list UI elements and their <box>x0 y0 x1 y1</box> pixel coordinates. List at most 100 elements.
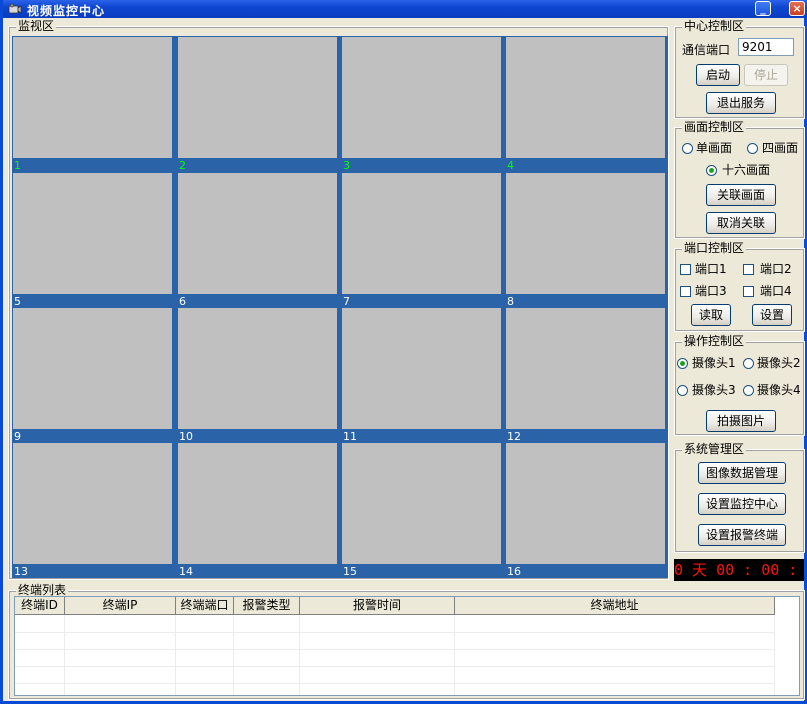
single-screen-label: 单画面 <box>696 141 733 155</box>
terminal-table[interactable]: 终端ID 终端IP 终端端口 报警类型 报警时间 终端地址 <box>14 596 800 696</box>
port2-checkbox[interactable] <box>743 264 754 275</box>
monitor-cell-label: 11 <box>343 430 357 443</box>
elapsed-timer: 0 天 00 : 00 : 00 <box>674 559 807 581</box>
close-button[interactable]: × <box>789 1 805 16</box>
read-button[interactable]: 读取 <box>691 304 731 326</box>
port-input[interactable]: 9201 <box>738 38 794 56</box>
row-gridline <box>15 683 775 684</box>
monitor-legend: 监视区 <box>16 19 57 33</box>
monitor-cell-12[interactable] <box>506 308 665 429</box>
column-header[interactable]: 终端地址 <box>455 597 775 615</box>
camera1-label: 摄像头1 <box>692 356 736 370</box>
title-bar[interactable]: 视频监控中心 _ × <box>3 0 807 18</box>
link-screen-button[interactable]: 关联画面 <box>706 184 776 206</box>
screen-control-panel: 画面控制区 单画面 四画面 十六画面 关联画面 取消关联 <box>674 120 805 239</box>
monitor-cell-16[interactable] <box>506 443 665 564</box>
monitor-cell-label: 2 <box>179 159 186 172</box>
monitor-cell-label: 13 <box>14 565 28 578</box>
system-management-legend: 系统管理区 <box>682 442 747 456</box>
camera3-radio[interactable] <box>677 385 688 396</box>
monitor-cell-13[interactable] <box>13 443 172 564</box>
app-camera-icon <box>8 3 22 14</box>
monitor-cell-3[interactable] <box>342 37 501 158</box>
set-button[interactable]: 设置 <box>752 304 792 326</box>
sixteen-screen-radio[interactable] <box>706 165 717 176</box>
four-screen-radio[interactable] <box>747 143 758 154</box>
column-header[interactable]: 终端端口 <box>176 597 234 615</box>
image-data-management-button[interactable]: 图像数据管理 <box>698 462 786 484</box>
camera1-radio[interactable] <box>677 358 688 369</box>
monitor-cell-9[interactable] <box>13 308 172 429</box>
monitor-cell-label: 7 <box>343 295 350 308</box>
camera4-radio[interactable] <box>743 385 754 396</box>
center-control-panel: 中心控制区 通信端口 9201 启动 停止 退出服务 <box>674 19 805 119</box>
monitor-cell-label: 16 <box>507 565 521 578</box>
monitor-cell-1[interactable] <box>13 37 172 158</box>
set-monitor-center-button[interactable]: 设置监控中心 <box>698 493 786 515</box>
window-title: 视频监控中心 <box>27 4 106 18</box>
set-alarm-terminal-button[interactable]: 设置报警终端 <box>698 524 786 546</box>
camera2-label: 摄像头2 <box>757 356 801 370</box>
monitor-cell-8[interactable] <box>506 173 665 294</box>
monitor-cell-label: 14 <box>179 565 193 578</box>
camera2-radio[interactable] <box>743 358 754 369</box>
terminal-list-legend: 终端列表 <box>16 583 69 597</box>
port1-checkbox[interactable] <box>680 264 691 275</box>
column-header[interactable]: 终端ID <box>15 597 65 615</box>
monitor-cell-7[interactable] <box>342 173 501 294</box>
port-control-legend: 端口控制区 <box>682 241 747 255</box>
monitor-cell-label: 10 <box>179 430 193 443</box>
monitor-cell-4[interactable] <box>506 37 665 158</box>
port-label: 通信端口 <box>682 43 731 57</box>
monitor-grid: 1 2 3 4 5 6 7 8 9 10 11 12 13 14 15 16 <box>12 36 668 578</box>
camera4-label: 摄像头4 <box>757 383 801 397</box>
center-control-legend: 中心控制区 <box>682 19 747 33</box>
capture-image-button[interactable]: 拍摄图片 <box>706 410 776 432</box>
column-header[interactable]: 报警时间 <box>300 597 455 615</box>
sixteen-screen-label: 十六画面 <box>722 163 771 177</box>
camera3-label: 摄像头3 <box>692 383 736 397</box>
monitor-cell-15[interactable] <box>342 443 501 564</box>
monitor-cell-label: 6 <box>179 295 186 308</box>
single-screen-radio[interactable] <box>682 143 693 154</box>
monitor-cell-10[interactable] <box>178 308 337 429</box>
row-gridline <box>15 666 775 667</box>
monitor-cell-label: 15 <box>343 565 357 578</box>
monitor-cell-2[interactable] <box>178 37 337 158</box>
monitor-cell-label: 9 <box>14 430 21 443</box>
port4-checkbox[interactable] <box>743 286 754 297</box>
column-header[interactable]: 报警类型 <box>234 597 300 615</box>
monitor-cell-label: 5 <box>14 295 21 308</box>
operation-control-legend: 操作控制区 <box>682 334 747 348</box>
monitor-area: 监视区 1 2 3 4 5 6 7 8 9 10 11 12 13 14 15 16 <box>8 19 669 580</box>
monitor-cell-11[interactable] <box>342 308 501 429</box>
stop-button[interactable]: 停止 <box>744 64 788 86</box>
monitor-cell-5[interactable] <box>13 173 172 294</box>
row-gridline <box>15 632 775 633</box>
monitor-cell-label: 8 <box>507 295 514 308</box>
port3-label: 端口3 <box>695 284 727 298</box>
port3-checkbox[interactable] <box>680 286 691 297</box>
monitor-cell-label: 4 <box>507 159 514 172</box>
port4-label: 端口4 <box>760 284 792 298</box>
terminal-table-header: 终端ID 终端IP 终端端口 报警类型 报警时间 终端地址 <box>15 597 775 615</box>
main-window: 视频监控中心 _ × 监视区 1 2 3 4 5 6 7 8 9 10 11 12 13 14 15 16 中… <box>0 0 807 704</box>
monitor-cell-label: 12 <box>507 430 521 443</box>
monitor-cell-label: 1 <box>14 159 21 172</box>
start-button[interactable]: 启动 <box>696 64 740 86</box>
port2-label: 端口2 <box>760 262 792 276</box>
column-header[interactable]: 终端IP <box>65 597 176 615</box>
monitor-cell-6[interactable] <box>178 173 337 294</box>
monitor-cell-label: 3 <box>343 159 350 172</box>
port1-label: 端口1 <box>695 262 727 276</box>
system-management-panel: 系统管理区 图像数据管理 设置监控中心 设置报警终端 <box>674 442 805 553</box>
unlink-screen-button[interactable]: 取消关联 <box>706 212 776 234</box>
operation-control-panel: 操作控制区 摄像头1 摄像头2 摄像头3 摄像头4 拍摄图片 <box>674 334 805 436</box>
minimize-button[interactable]: _ <box>755 1 771 16</box>
terminal-list-panel: 终端列表 终端ID 终端IP 终端端口 报警类型 报警时间 终端地址 <box>8 583 805 700</box>
monitor-cell-14[interactable] <box>178 443 337 564</box>
screen-control-legend: 画面控制区 <box>682 120 747 134</box>
four-screen-label: 四画面 <box>762 141 799 155</box>
port-control-panel: 端口控制区 端口1 端口2 端口3 端口4 读取 设置 <box>674 241 805 332</box>
exit-service-button[interactable]: 退出服务 <box>706 92 776 114</box>
